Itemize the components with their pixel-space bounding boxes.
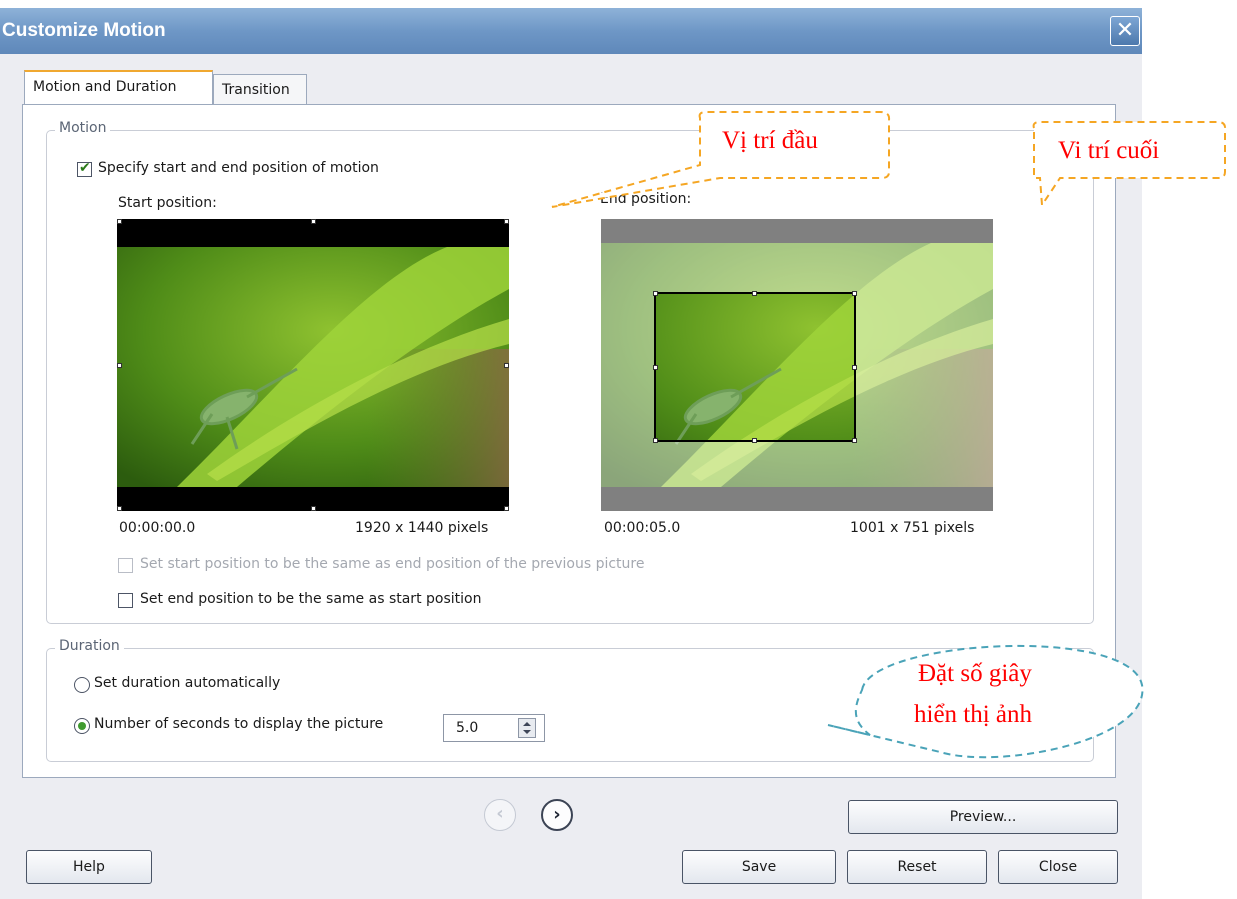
radio-selected-dot [78, 722, 86, 730]
resize-handle[interactable] [852, 291, 857, 296]
start-size: 1920 x 1440 pixels [355, 520, 489, 536]
resize-handle[interactable] [752, 291, 757, 296]
window-title: Customize Motion [2, 20, 166, 41]
next-picture-button[interactable]: › [541, 799, 573, 831]
start-position-label: Start position: [118, 195, 217, 211]
seconds-spinner[interactable]: 5.0 [443, 714, 545, 742]
auto-duration-radio[interactable] [74, 677, 90, 693]
close-button[interactable]: Close [998, 850, 1118, 884]
same-as-previous-label: Set start position to be the same as end… [140, 556, 645, 572]
duration-callout-line1: Đặt số giây [918, 660, 1032, 687]
title-bar[interactable]: Customize Motion ✕ [0, 8, 1142, 54]
resize-handle[interactable] [504, 363, 509, 368]
help-button[interactable]: Help [26, 850, 152, 884]
resize-handle[interactable] [311, 506, 316, 511]
manual-duration-label: Number of seconds to display the picture [94, 716, 384, 732]
close-window-icon[interactable]: ✕ [1110, 16, 1140, 46]
resize-handle[interactable] [504, 219, 509, 224]
preview-button[interactable]: Preview... [848, 800, 1118, 834]
specify-motion-label: Specify start and end position of motion [98, 160, 379, 176]
tab-transition[interactable]: Transition [213, 74, 307, 106]
resize-handle[interactable] [653, 291, 658, 296]
start-callout-text: Vị trí đầu [722, 127, 818, 154]
resize-handle[interactable] [653, 438, 658, 443]
end-photo [601, 219, 993, 511]
end-same-as-start-label: Set end position to be the same as start… [140, 591, 482, 607]
end-callout-text: Vi trí cuối [1058, 137, 1160, 164]
same-as-previous-checkbox[interactable] [118, 558, 133, 573]
resize-handle[interactable] [311, 219, 316, 224]
spinner-arrows-icon[interactable] [518, 718, 536, 738]
manual-duration-radio[interactable] [74, 718, 90, 734]
auto-duration-label: Set duration automatically [94, 675, 281, 691]
resize-handle[interactable] [653, 365, 658, 370]
start-position-preview[interactable] [117, 219, 509, 511]
resize-handle[interactable] [504, 506, 509, 511]
seconds-value: 5.0 [456, 720, 479, 736]
resize-handle[interactable] [852, 365, 857, 370]
end-same-as-start-checkbox[interactable] [118, 593, 133, 608]
end-size: 1001 x 751 pixels [850, 520, 975, 536]
end-time: 00:00:05.0 [604, 520, 681, 536]
motion-legend: Motion [55, 120, 111, 136]
checkmark-icon: ✔ [79, 160, 91, 176]
specify-motion-checkbox[interactable]: ✔ [77, 160, 92, 177]
previous-picture-button[interactable]: ‹ [484, 799, 516, 831]
duration-callout-line2: hiển thị ảnh [914, 701, 1033, 728]
start-photo [117, 219, 509, 511]
start-time: 00:00:00.0 [119, 520, 196, 536]
duration-legend: Duration [55, 638, 124, 654]
resize-handle[interactable] [752, 438, 757, 443]
resize-handle[interactable] [117, 219, 122, 224]
end-position-label: End position: [600, 191, 692, 207]
end-position-preview[interactable] [601, 219, 993, 511]
resize-handle[interactable] [117, 363, 122, 368]
reset-button[interactable]: Reset [847, 850, 987, 884]
tab-motion-and-duration[interactable]: Motion and Duration [24, 70, 213, 106]
resize-handle[interactable] [117, 506, 122, 511]
resize-handle[interactable] [852, 438, 857, 443]
save-button[interactable]: Save [682, 850, 836, 884]
